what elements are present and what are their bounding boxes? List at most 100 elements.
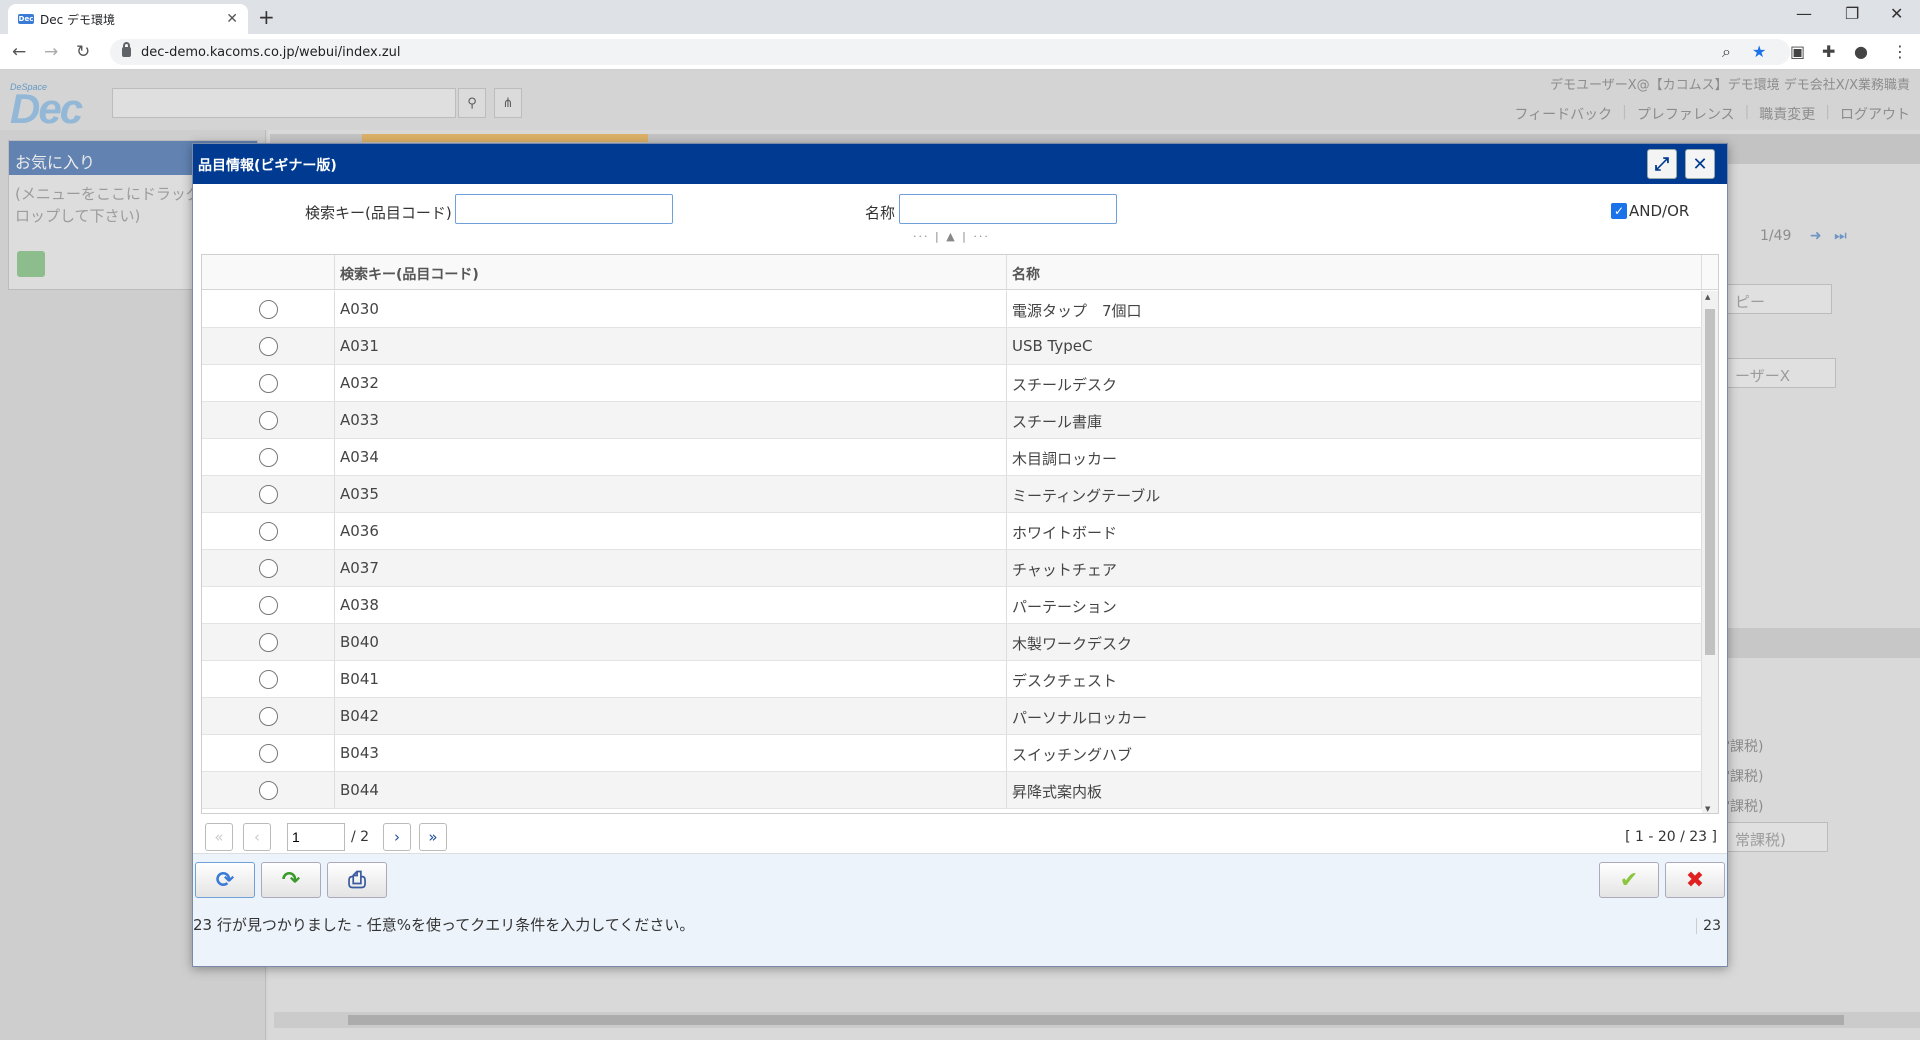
radio-button[interactable]: [258, 706, 278, 726]
lock-icon: [122, 42, 131, 57]
refresh-button[interactable]: ⟳: [195, 862, 255, 898]
name-cell: パーテーション: [1007, 587, 1702, 623]
search-key-label: 検索キー(品目コード): [305, 204, 452, 222]
row-select-cell: [202, 513, 335, 549]
table-row[interactable]: A031 USB TypeC: [202, 328, 1702, 365]
radio-button[interactable]: [258, 336, 278, 356]
extensions-icon[interactable]: ✚: [1822, 42, 1835, 61]
radio-button[interactable]: [258, 484, 278, 504]
table-row[interactable]: A038 パーテーション: [202, 587, 1702, 624]
ok-button[interactable]: ✔: [1599, 862, 1659, 898]
code-cell: A038: [335, 587, 1007, 623]
menu-icon[interactable]: ⋮: [1892, 42, 1908, 61]
row-select-cell: [202, 365, 335, 401]
row-count: 23: [1696, 918, 1721, 934]
first-page-icon[interactable]: «: [205, 823, 233, 851]
splitter-handle[interactable]: ··· | ▲ | ···: [913, 230, 990, 243]
code-cell: A035: [335, 476, 1007, 512]
export-button[interactable]: ⎙: [327, 862, 387, 898]
item-info-dialog: 品目情報(ビギナー版) ⤢ ✕ 検索キー(品目コード) 名称 ✓ AND/OR …: [192, 143, 1728, 967]
table-row[interactable]: A030 電源タップ 7個口: [202, 291, 1702, 328]
checkbox-checked-icon[interactable]: ✓: [1611, 203, 1627, 219]
last-page-icon[interactable]: »: [419, 823, 447, 851]
code-cell: B042: [335, 698, 1007, 734]
code-column-header[interactable]: 検索キー(品目コード): [335, 255, 1007, 289]
table-row[interactable]: A037 チャットチェア: [202, 550, 1702, 587]
address-bar[interactable]: dec-demo.kacoms.co.jp/webui/index.zul: [110, 39, 1790, 65]
status-message: 23 行が見つかりました - 任意%を使ってクエリ条件を入力してください。: [193, 916, 695, 934]
row-select-cell: [202, 291, 335, 327]
code-cell: B044: [335, 772, 1007, 808]
table-row[interactable]: B044 昇降式案内板: [202, 772, 1702, 809]
table-row[interactable]: A034 木目調ロッカー: [202, 439, 1702, 476]
radio-button[interactable]: [258, 299, 278, 319]
minimize-icon[interactable]: —: [1796, 4, 1812, 23]
zoom-icon[interactable]: ⌕: [1722, 42, 1731, 62]
back-icon[interactable]: ←: [12, 42, 26, 62]
next-page-icon[interactable]: ›: [383, 823, 411, 851]
pocket-icon[interactable]: ▣: [1790, 42, 1805, 61]
new-tab-icon[interactable]: +: [258, 5, 275, 29]
table-row[interactable]: B041 デスクチェスト: [202, 661, 1702, 698]
forward-icon[interactable]: →: [44, 42, 58, 62]
radio-button[interactable]: [258, 447, 278, 467]
grid-pager: « ‹ / 2 › » [ 1 - 20 / 23 ]: [193, 814, 1727, 854]
table-row[interactable]: A036 ホワイトボード: [202, 513, 1702, 550]
cancel-button[interactable]: ✖: [1665, 862, 1725, 898]
dec-favicon-icon: Dec: [18, 14, 34, 24]
radio-button[interactable]: [258, 521, 278, 541]
radio-button[interactable]: [258, 595, 278, 615]
select-column-header: [202, 255, 335, 289]
dialog-close-icon[interactable]: ✕: [1685, 149, 1715, 179]
table-row[interactable]: B040 木製ワークデスク: [202, 624, 1702, 661]
window-close-icon[interactable]: ✕: [1890, 4, 1903, 23]
and-or-toggle[interactable]: ✓ AND/OR: [1611, 202, 1689, 220]
table-row[interactable]: B043 スイッチングハブ: [202, 735, 1702, 772]
dialog-footer: ⟳ ↷ ⎙ ✔ ✖ 23 行が見つかりました - 任意%を使ってクエリ条件を入力…: [193, 854, 1727, 966]
radio-button[interactable]: [258, 373, 278, 393]
name-cell: 木目調ロッカー: [1007, 439, 1702, 475]
name-cell: チャットチェア: [1007, 550, 1702, 586]
code-cell: A031: [335, 328, 1007, 364]
name-cell: USB TypeC: [1007, 328, 1702, 364]
bookmark-star-icon[interactable]: ★: [1752, 42, 1766, 61]
grid-header: 検索キー(品目コード) 名称: [202, 255, 1718, 290]
page-number-input[interactable]: [287, 823, 345, 851]
browser-toolbar: ← → ↻ dec-demo.kacoms.co.jp/webui/index.…: [0, 34, 1920, 70]
maximize-icon[interactable]: ⤢: [1647, 149, 1677, 179]
row-select-cell: [202, 587, 335, 623]
vertical-scrollbar[interactable]: ▲ ▼: [1702, 291, 1718, 813]
scroll-down-icon[interactable]: ▼: [1705, 805, 1710, 813]
reload-icon[interactable]: ↻: [76, 42, 90, 62]
radio-button[interactable]: [258, 558, 278, 578]
radio-button[interactable]: [258, 743, 278, 763]
table-row[interactable]: B042 パーソナルロッカー: [202, 698, 1702, 735]
dialog-title: 品目情報(ビギナー版): [193, 144, 1727, 184]
url-text: dec-demo.kacoms.co.jp/webui/index.zul: [141, 44, 401, 60]
code-cell: B043: [335, 735, 1007, 771]
row-select-cell: [202, 661, 335, 697]
profile-icon[interactable]: ●: [1854, 42, 1868, 61]
search-key-input[interactable]: [455, 194, 673, 224]
name-cell: ミーティングテーブル: [1007, 476, 1702, 512]
table-row[interactable]: A032 スチールデスク: [202, 365, 1702, 402]
radio-button[interactable]: [258, 780, 278, 800]
browser-tab[interactable]: Dec Dec デモ環境 ✕: [8, 4, 248, 34]
scroll-up-icon[interactable]: ▲: [1705, 293, 1710, 301]
item-grid: 検索キー(品目コード) 名称 A030 電源タップ 7個口 A031 USB Type…: [201, 254, 1719, 814]
tab-close-icon[interactable]: ✕: [226, 11, 238, 27]
name-input[interactable]: [899, 194, 1117, 224]
reset-button[interactable]: ↷: [261, 862, 321, 898]
code-cell: A033: [335, 402, 1007, 438]
table-row[interactable]: A035 ミーティングテーブル: [202, 476, 1702, 513]
table-row[interactable]: A033 スチール書庫: [202, 402, 1702, 439]
name-column-header[interactable]: 名称: [1007, 255, 1702, 289]
prev-page-icon[interactable]: ‹: [243, 823, 271, 851]
name-cell: ホワイトボード: [1007, 513, 1702, 549]
row-select-cell: [202, 550, 335, 586]
radio-button[interactable]: [258, 410, 278, 430]
restore-icon[interactable]: ❐: [1845, 4, 1859, 23]
radio-button[interactable]: [258, 669, 278, 689]
radio-button[interactable]: [258, 632, 278, 652]
page-range: [ 1 - 20 / 23 ]: [1625, 829, 1717, 845]
